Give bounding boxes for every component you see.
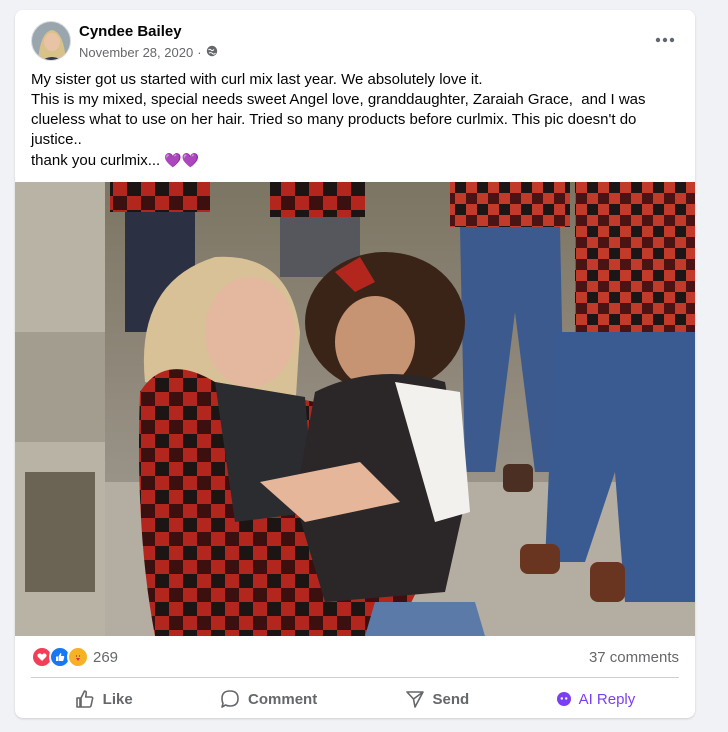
ai-reply-button[interactable]: AI Reply	[543, 685, 650, 714]
post-date[interactable]: November 28, 2020	[79, 45, 193, 60]
more-options-icon	[655, 37, 675, 43]
comment-count[interactable]: 37 comments	[589, 649, 679, 666]
reaction-icons	[31, 646, 89, 668]
meta-separator: ·	[197, 45, 202, 60]
post-text-line-3-text: thank you curlmix...	[31, 152, 165, 169]
like-button[interactable]: Like	[61, 683, 147, 715]
comment-bubble-icon	[221, 690, 239, 708]
post-text-line-2: This is my mixed, special needs sweet An…	[31, 91, 650, 148]
send-label: Send	[432, 690, 470, 708]
post-text-line-3: thank you curlmix... 💜💜	[31, 150, 681, 171]
globe-icon	[206, 45, 218, 60]
post-actions: Like Comment Send AI Reply	[31, 682, 679, 716]
reactions-left[interactable]: 269	[31, 646, 118, 668]
post-text-line-1: My sister got us started with curl mix l…	[31, 71, 483, 88]
send-icon	[405, 691, 424, 708]
purple-heart-emoji: 💜💜	[164, 152, 200, 168]
comment-button[interactable]: Comment	[206, 683, 331, 715]
author-name[interactable]: Cyndee Bailey	[79, 23, 182, 40]
care-reaction-icon	[67, 646, 89, 668]
post-body: My sister got us started with curl mix l…	[31, 70, 681, 171]
reactions-summary: 269 37 comments	[31, 646, 679, 668]
post-meta: November 28, 2020 ·	[79, 45, 218, 60]
ai-bot-icon	[556, 692, 571, 706]
actions-divider	[31, 677, 679, 678]
reaction-count[interactable]: 269	[93, 649, 118, 666]
post-header: Cyndee Bailey November 28, 2020 ·	[15, 10, 695, 74]
comment-label: Comment	[248, 690, 318, 708]
post-photo[interactable]	[15, 182, 695, 636]
more-options-button[interactable]	[651, 28, 679, 52]
post-card: Cyndee Bailey November 28, 2020 · My sis…	[15, 10, 695, 718]
thumbs-up-icon	[75, 690, 94, 708]
send-button[interactable]: Send	[391, 683, 484, 715]
ai-reply-label: AI Reply	[578, 690, 636, 708]
like-label: Like	[102, 690, 133, 708]
author-avatar[interactable]	[31, 21, 71, 61]
